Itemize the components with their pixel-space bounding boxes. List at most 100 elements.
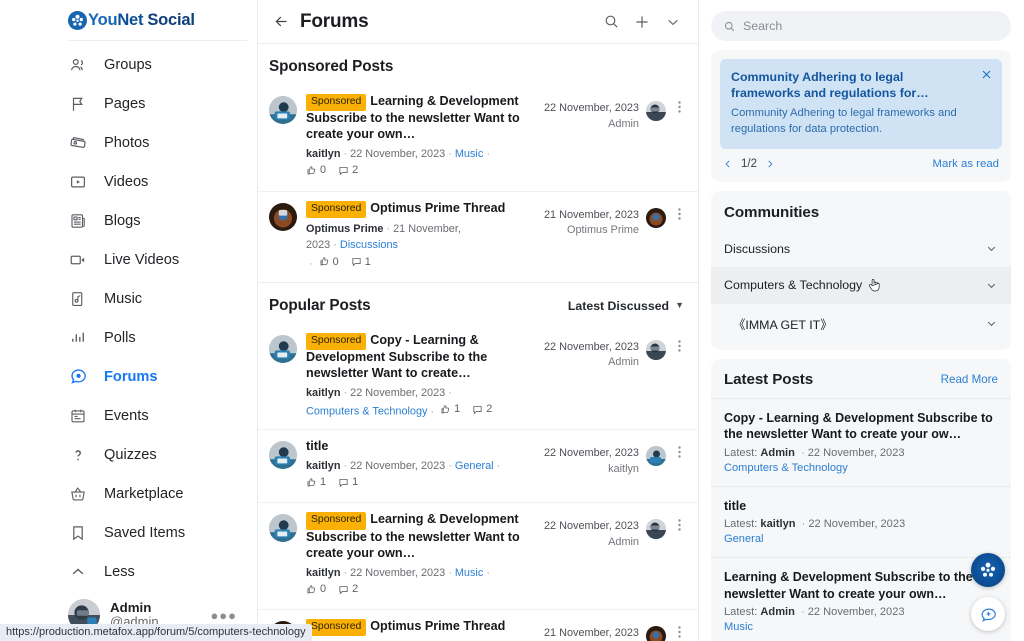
post-category[interactable]: General [455, 460, 494, 472]
chevron-down-icon[interactable] [985, 317, 998, 330]
sidebar-item-events[interactable]: Events [0, 396, 257, 435]
search-box[interactable] [711, 11, 1011, 41]
table-row[interactable]: Sponsored Learning & Development Subscrib… [258, 85, 698, 191]
search-button[interactable] [600, 11, 622, 33]
post-menu-button[interactable] [673, 101, 685, 113]
avatar[interactable] [646, 101, 666, 121]
post-menu-button[interactable] [673, 519, 685, 532]
sidebar-item-saved-items[interactable]: Saved Items [0, 513, 257, 552]
poll-icon [68, 328, 88, 348]
latest-post-category[interactable]: Computers & Technology [724, 462, 998, 474]
sidebar-item-videos[interactable]: Videos [0, 162, 257, 201]
search-input[interactable] [743, 19, 999, 33]
comment-count[interactable]: 2 [338, 162, 358, 178]
sidebar-item-photos[interactable]: Photos [0, 123, 257, 162]
community-item-imma-get-it[interactable]: 《IMMA GET IT》 [711, 304, 1011, 344]
sidebar-item-less[interactable]: Less [0, 552, 257, 589]
list-item[interactable]: Learning & Development Subscribe to the … [711, 557, 1011, 641]
sidebar-item-label: Blogs [104, 212, 141, 229]
announcement[interactable]: Community Adhering to legal frameworks a… [720, 59, 1002, 149]
comment-count[interactable]: 1 [338, 474, 358, 490]
like-count[interactable]: 1 [440, 401, 460, 417]
latest-post-date: 22 November, 2023 [807, 446, 905, 459]
list-item[interactable]: Copy - Learning & Development Subscribe … [711, 397, 1011, 486]
like-count[interactable]: 1 [306, 474, 326, 490]
sidebar-item-groups[interactable]: Groups [0, 45, 257, 84]
table-row[interactable]: SponsoredOptimus Prime Thread Optimus Pr… [258, 190, 698, 282]
latest-post-category[interactable]: Music [724, 621, 998, 633]
table-row[interactable]: Sponsored Copy - Learning & Development S… [258, 324, 698, 430]
sort-dropdown[interactable]: Latest Discussed ▼ [568, 299, 684, 313]
posts-scroll-area[interactable]: Sponsored Posts Sponsored Learning & Deve… [258, 44, 698, 641]
prev-page-button[interactable] [723, 158, 733, 170]
thumbs-up-icon [307, 166, 316, 175]
blog-icon [68, 211, 88, 231]
latest-prefix: Latest: [724, 446, 758, 459]
community-item-discussions[interactable]: Discussions [711, 231, 1011, 267]
sidebar-nav: Groups Pages Photos Videos Blogs Live Vi [0, 41, 257, 589]
post-category[interactable]: Music [455, 567, 483, 579]
thumbs-up-icon [320, 257, 328, 266]
younet-fab-button[interactable] [971, 553, 1005, 587]
comment-count[interactable]: 1 [351, 254, 371, 270]
brand-logo[interactable]: YouNet Social [0, 0, 257, 40]
post-menu-button[interactable] [673, 446, 685, 458]
post-category[interactable]: Discussions [340, 239, 398, 251]
sidebar-item-live-videos[interactable]: Live Videos [0, 240, 257, 279]
sidebar-item-pages[interactable]: Pages [0, 84, 257, 123]
latest-post-meta: Latest: Admin · 22 November, 2023 [724, 606, 905, 619]
avatar[interactable] [646, 207, 666, 228]
avatar[interactable] [646, 446, 666, 467]
latest-post-title: Learning & Development Subscribe to the … [724, 570, 973, 601]
avatar-image-admin [646, 101, 666, 121]
like-count[interactable]: 0 [306, 162, 326, 178]
announcement-pager: 1/2 [723, 158, 775, 170]
avatar[interactable] [646, 625, 666, 641]
latest-post-user: kaitlyn [760, 518, 796, 531]
post-author[interactable]: Optimus Prime [306, 223, 383, 235]
more-options-button[interactable] [662, 11, 684, 33]
table-row[interactable]: title kaitlyn · 22 November, 2023 · General ·… [258, 429, 698, 502]
sidebar-item-polls[interactable]: Polls [0, 318, 257, 357]
post-author[interactable]: kaitlyn [306, 148, 341, 160]
post-menu-button[interactable] [673, 339, 685, 352]
comment-count[interactable]: 2 [472, 401, 492, 417]
latest-post-category[interactable]: General [724, 533, 998, 545]
like-count[interactable]: 0 [319, 254, 339, 270]
like-count[interactable]: 0 [306, 581, 326, 597]
table-row[interactable]: Sponsored Learning & Development Subscrib… [258, 502, 698, 609]
sidebar-item-forums[interactable]: Forums [0, 357, 257, 396]
post-right-datetime: 22 November, 2023 Admin [544, 519, 639, 551]
post-title-text: Optimus Prime Thread [370, 618, 506, 633]
post-category[interactable]: Computers & Technology [306, 406, 427, 418]
post-author[interactable]: kaitlyn [306, 460, 341, 472]
comment-count[interactable]: 2 [338, 581, 358, 597]
sidebar-item-quizzes[interactable]: Quizzes [0, 435, 257, 474]
back-button[interactable] [268, 9, 294, 35]
read-more-link[interactable]: Read More [941, 373, 998, 386]
logo-text-net: Net [117, 10, 144, 29]
new-chat-button[interactable] [971, 597, 1005, 631]
avatar[interactable] [646, 339, 666, 360]
create-button[interactable] [631, 11, 653, 33]
close-icon[interactable] [979, 67, 993, 81]
sidebar-item-music[interactable]: Music [0, 279, 257, 318]
chevron-down-icon[interactable] [985, 242, 998, 255]
post-author[interactable]: kaitlyn [306, 567, 341, 579]
community-item-computers-technology[interactable]: Computers & Technology [711, 266, 1011, 304]
table-row[interactable]: SponsoredOptimus Prime Thread Optimus Pr… [258, 608, 698, 641]
post-menu-button[interactable] [673, 207, 685, 220]
next-page-button[interactable] [765, 158, 775, 170]
avatar[interactable] [646, 519, 666, 540]
post-category[interactable]: Music [455, 148, 483, 160]
post-right-date: 22 November, 2023 [543, 340, 639, 353]
chevron-down-icon[interactable] [985, 279, 998, 292]
sidebar-item-marketplace[interactable]: Marketplace [0, 474, 257, 513]
list-item[interactable]: title Latest: kaitlyn · 22 November, 2023… [711, 485, 1011, 558]
post-author[interactable]: kaitlyn [306, 387, 341, 399]
post-title-text: title [306, 439, 329, 454]
post-menu-button[interactable] [673, 626, 685, 638]
sidebar-item-blogs[interactable]: Blogs [0, 201, 257, 240]
post-body: SponsoredOptimus Prime Thread Optimus Pr… [306, 618, 544, 641]
mark-as-read-button[interactable]: Mark as read [933, 158, 999, 170]
